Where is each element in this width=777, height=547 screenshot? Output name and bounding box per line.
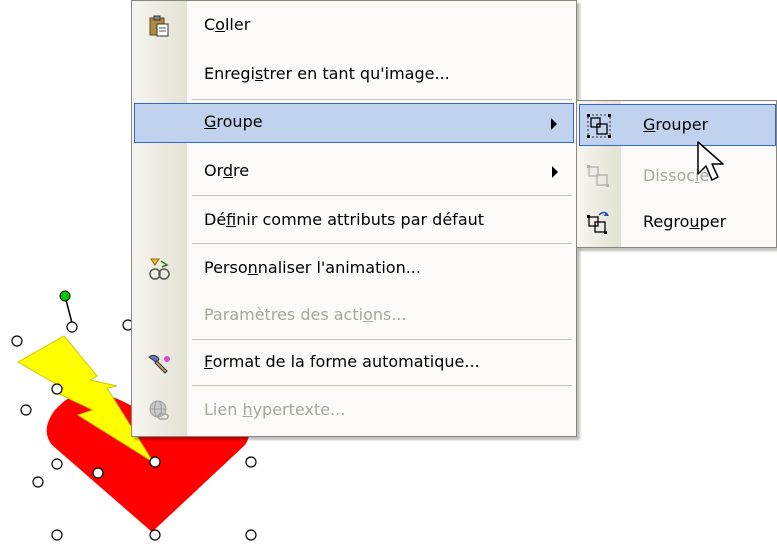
menu-item-label: Format de la forme automatique... xyxy=(204,352,480,371)
menu-item-label: Enregistrer en tant qu'image... xyxy=(204,64,450,83)
menu-item-format-autoshape[interactable]: Format de la forme automatique... xyxy=(134,343,574,383)
menu-separator xyxy=(192,195,572,196)
menu-separator xyxy=(192,243,572,244)
menu-item-label: Personnaliser l'animation... xyxy=(204,258,421,277)
paste-icon xyxy=(147,14,171,38)
menu-item-label: Définir comme attributs par défaut xyxy=(204,210,485,229)
menu-item-save-as-picture[interactable]: Enregistrer en tant qu'image... xyxy=(134,55,574,95)
menu-item-label: Lien hypertexte... xyxy=(204,400,346,419)
menu-item-paste[interactable]: Coller xyxy=(134,6,574,46)
ungroup-icon xyxy=(585,163,611,189)
submenu-arrow-icon xyxy=(552,166,558,178)
submenu-item-group[interactable]: Grouper xyxy=(579,104,776,146)
submenu-arrow-icon xyxy=(551,118,557,130)
submenu-item-regroup[interactable]: Regrouper xyxy=(579,201,776,243)
menu-separator xyxy=(192,99,572,100)
menu-item-label: Groupe xyxy=(204,112,263,131)
menu-separator xyxy=(192,385,572,386)
submenu-item-label: Grouper xyxy=(643,115,709,134)
menu-item-order[interactable]: Ordre xyxy=(134,152,574,192)
menu-item-custom-animation[interactable]: Personnaliser l'animation... xyxy=(134,249,574,289)
submenu-item-ungroup: Dissocier xyxy=(579,155,776,197)
menu-item-hyperlink: Lien hypertexte... xyxy=(134,391,574,431)
regroup-icon xyxy=(585,209,611,235)
hyperlink-icon xyxy=(147,399,171,423)
menu-item-set-defaults[interactable]: Définir comme attributs par défaut xyxy=(134,201,574,241)
menu-item-label: Paramètres des actions... xyxy=(204,305,407,324)
submenu-item-label: Regrouper xyxy=(643,212,727,231)
menu-separator xyxy=(192,339,572,340)
mouse-cursor-icon xyxy=(697,141,724,181)
context-menu: Coller Enregistrer en tant qu'image... G… xyxy=(131,0,577,437)
menu-item-group[interactable]: Groupe xyxy=(134,103,574,143)
format-shape-icon xyxy=(147,351,171,375)
custom-animation-icon xyxy=(147,257,171,281)
menu-item-action-settings: Paramètres des actions... xyxy=(134,296,574,336)
rotation-handle[interactable] xyxy=(59,290,71,302)
menu-item-label: Coller xyxy=(204,15,251,34)
menu-item-label: Ordre xyxy=(204,161,250,180)
group-submenu: Grouper Dissocier Regrouper xyxy=(576,100,777,248)
group-icon xyxy=(586,113,612,139)
